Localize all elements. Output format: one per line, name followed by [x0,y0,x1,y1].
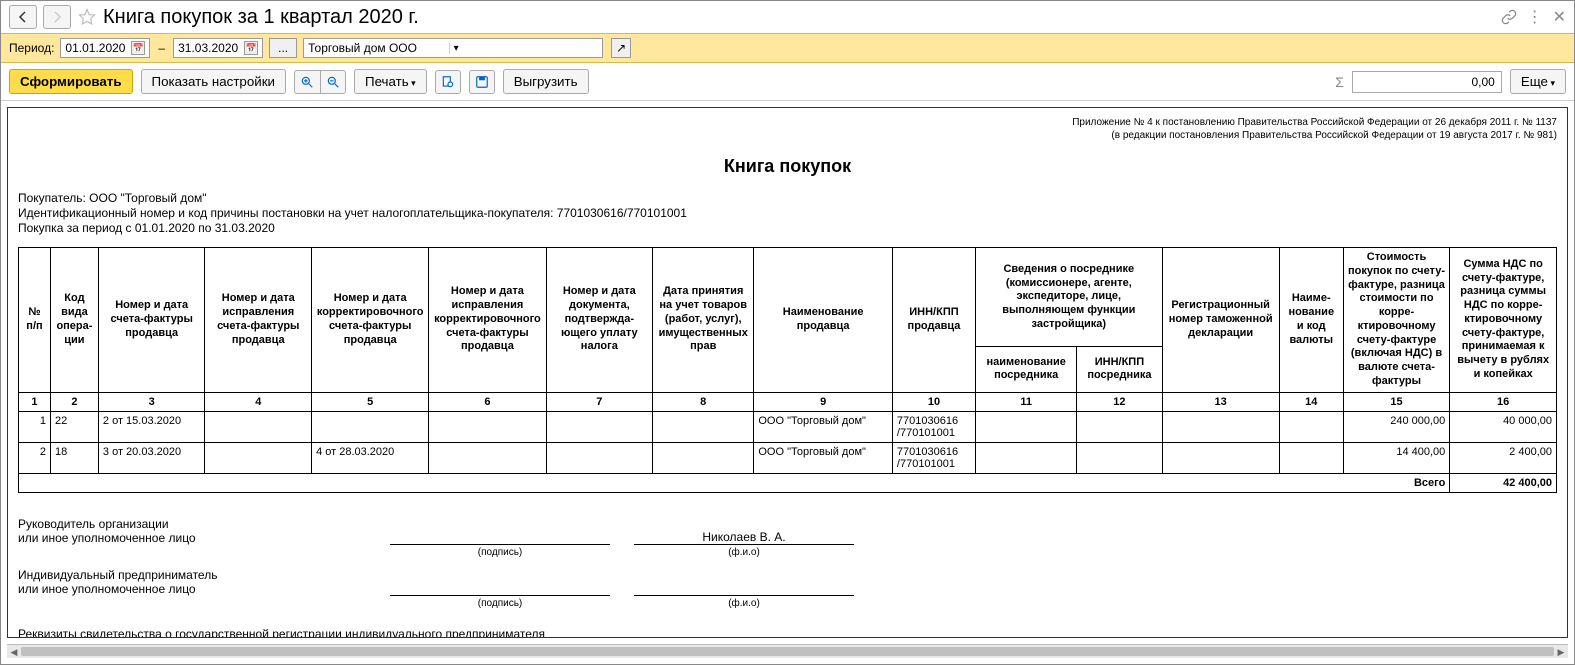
org-select[interactable]: Торговый дом ООО ▾ [303,38,603,58]
annex-line-1: Приложение № 4 к постановлению Правитель… [18,116,1557,129]
purchase-book-table: № п/п Код вида опера­ции Номер и дата сч… [18,247,1557,493]
th-2: Код вида опера­ции [50,248,98,393]
arrow-left-icon [17,11,29,23]
close-icon[interactable]: ✕ [1553,7,1566,27]
preview-button[interactable] [435,70,461,94]
total-sum-field[interactable]: 0,00 [1352,71,1502,93]
show-settings-button[interactable]: Показать настройки [141,69,286,94]
date-to-input[interactable] [178,41,243,55]
scrollbar-thumb[interactable] [21,647,1554,656]
generate-button[interactable]: Сформировать [9,69,133,94]
th-6: Номер и дата исправления корректировоч­н… [429,248,546,393]
print-button[interactable]: Печать [354,69,427,94]
th-11: наименование посредника [976,347,1077,392]
th-15: Стоимость покупок по счету-фактуре, разн… [1343,248,1450,393]
chevron-down-icon[interactable]: ▾ [449,43,599,54]
titlebar: Книга покупок за 1 квартал 2020 г. ⋮ ✕ [1,1,1574,33]
table-row[interactable]: 2 18 3 от 20.03.2020 4 от 28.03.2020 ООО… [19,442,1557,473]
more-button[interactable]: Еще [1510,69,1566,94]
sig-ip-line2: или иное уполномоченное лицо [18,582,378,596]
signatures-block: Руководитель организации или иное уполно… [18,517,1557,639]
page-preview-icon [441,75,455,89]
total-row: Всего 42 400,00 [19,473,1557,492]
nav-forward-button[interactable] [43,5,71,29]
th-14: Наиме­нование и код валюты [1279,248,1343,393]
table-row[interactable]: 1 22 2 от 15.03.2020 ООО "Торговый дом" … [19,411,1557,442]
page-title: Книга покупок за 1 квартал 2020 г. [103,6,1495,29]
sig-name-line1: Николаев В. А. [634,530,854,545]
date-from-input[interactable] [65,41,130,55]
th-9: Наименование продавца [754,248,893,393]
scroll-right-icon[interactable]: ▶ [1554,645,1568,659]
search-plus-icon [300,75,314,89]
th-1: № п/п [19,248,51,393]
sig-sign-line2 [390,595,610,596]
zoom-out-button[interactable] [320,70,346,94]
calendar-from-icon[interactable]: 📅 [131,41,145,55]
toolbar: Сформировать Показать настройки Печать В… [1,63,1574,101]
sig-ip-line1: Индивидуальный предприниматель [18,568,378,582]
sig-director-line2: или иное уполномоченное лицо [18,531,378,545]
date-to-field[interactable]: 📅 [173,38,263,58]
period-label: Период: [9,41,54,55]
inn-kpp-line: Идентификационный номер и код причины по… [18,206,1557,220]
th-4: Номер и дата исправления счета-фактуры п… [205,248,312,393]
th-12: ИНН/КПП посредника [1077,347,1162,392]
link-icon[interactable] [1501,9,1517,25]
annex-line-2: (в редакции постановления Правительства … [18,129,1557,142]
arrow-right-icon [51,11,63,23]
more-menu-icon[interactable]: ⋮ [1527,7,1543,27]
th-10: ИНН/КПП продавца [892,248,975,393]
date-from-field[interactable]: 📅 [60,38,150,58]
period-line: Покупка за период с 01.01.2020 по 31.03.… [18,221,1557,235]
save-button[interactable] [469,70,495,94]
report-viewport[interactable]: Приложение № 4 к постановлению Правитель… [7,107,1568,638]
th-7: Номер и дата документа, подтвержда­ющего… [546,248,653,393]
favorite-icon[interactable] [77,7,97,27]
horizontal-scrollbar[interactable]: ◀ ▶ [7,644,1568,658]
period-bar: Период: 📅 – 📅 ... Торговый дом ООО ▾ ↗ [1,33,1574,63]
save-icon [475,75,489,89]
sig-name-line2 [634,595,854,596]
report-title: Книга покупок [18,156,1557,177]
th-8: Дата принятия на учет товаров (работ, ус… [653,248,754,393]
buyer-line: Покупатель: ООО "Торговый дом" [18,191,1557,205]
calendar-to-icon[interactable]: 📅 [244,41,258,55]
th-13: Регистрационный номер таможенной деклара… [1162,248,1279,393]
period-picker-button[interactable]: ... [269,38,297,58]
org-value: Торговый дом ООО [308,41,449,55]
org-open-button[interactable]: ↗ [611,38,631,58]
search-minus-icon [326,75,340,89]
scroll-left-icon[interactable]: ◀ [7,645,21,659]
th-3: Номер и дата счета-фактуры продавца [98,248,205,393]
nav-back-button[interactable] [9,5,37,29]
th-11-group: Сведения о посреднике (комиссионере, аге… [976,248,1163,347]
th-16: Сумма НДС по счету-фактуре, разница сумм… [1450,248,1557,393]
sig-director-line1: Руководитель организации [18,517,378,531]
rekv-label: Реквизиты свидетельства о государственно… [18,627,578,639]
th-5: Номер и дата корректировоч­ного счета-фа… [312,248,429,393]
zoom-in-button[interactable] [294,70,320,94]
export-button[interactable]: Выгрузить [503,69,589,94]
app-window: Книга покупок за 1 квартал 2020 г. ⋮ ✕ П… [0,0,1575,665]
sigma-icon: Σ [1335,74,1344,90]
sig-sign-line1 [390,544,610,545]
